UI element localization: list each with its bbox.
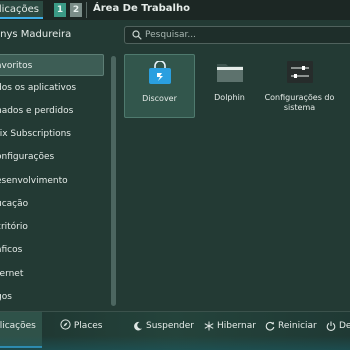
category-development[interactable]: esenvolvimento [0, 170, 104, 192]
category-games[interactable]: gos [0, 286, 104, 308]
snowflake-icon [204, 321, 214, 330]
category-sidebar: avoritos dos os aplicativos hados e perd… [0, 49, 112, 309]
category-education[interactable]: ucação [0, 193, 104, 215]
category-graphics[interactable]: áficos [0, 239, 104, 261]
restart-icon [265, 321, 275, 331]
category-lost-found[interactable]: hados e perdidos [0, 100, 104, 122]
desktop-1-button[interactable]: 1 [54, 3, 66, 17]
app-dolphin[interactable]: Dolphin [194, 54, 265, 118]
divider [86, 2, 87, 18]
sidebar-scrollbar[interactable] [111, 56, 116, 306]
desktop-2-button[interactable]: 2 [70, 3, 82, 17]
category-settings[interactable]: onfigurações [0, 146, 104, 168]
search-box[interactable] [124, 26, 350, 44]
app-label: Configurações do sistema [264, 93, 335, 112]
top-bar: plicações 1 2 Área De Trabalho [0, 0, 350, 20]
app-system-settings[interactable]: Configurações do sistema [264, 54, 335, 118]
category-subscriptions[interactable]: rix Subscriptions [0, 123, 104, 145]
compass-icon [60, 319, 71, 330]
settings-sliders-icon [286, 61, 313, 83]
app-discover[interactable]: Discover [124, 54, 195, 118]
desktop-area-title: Área De Trabalho [93, 3, 190, 14]
folder-icon [216, 64, 243, 82]
category-office[interactable]: critório [0, 216, 104, 238]
search-input[interactable] [145, 27, 345, 43]
category-all-apps[interactable]: dos os aplicativos [0, 77, 104, 99]
category-internet[interactable]: ternet [0, 263, 104, 285]
moon-icon [134, 321, 142, 330]
power-icon [326, 321, 336, 331]
app-label: Discover [142, 94, 177, 103]
wallpaper-strip [0, 336, 350, 350]
search-icon [132, 30, 142, 40]
user-name: enys Madureira [0, 29, 72, 40]
category-favorites[interactable]: avoritos [0, 54, 104, 76]
shopping-bag-icon [148, 61, 171, 84]
app-label: Dolphin [214, 93, 245, 102]
tab-applications[interactable]: plicações [0, 1, 43, 19]
